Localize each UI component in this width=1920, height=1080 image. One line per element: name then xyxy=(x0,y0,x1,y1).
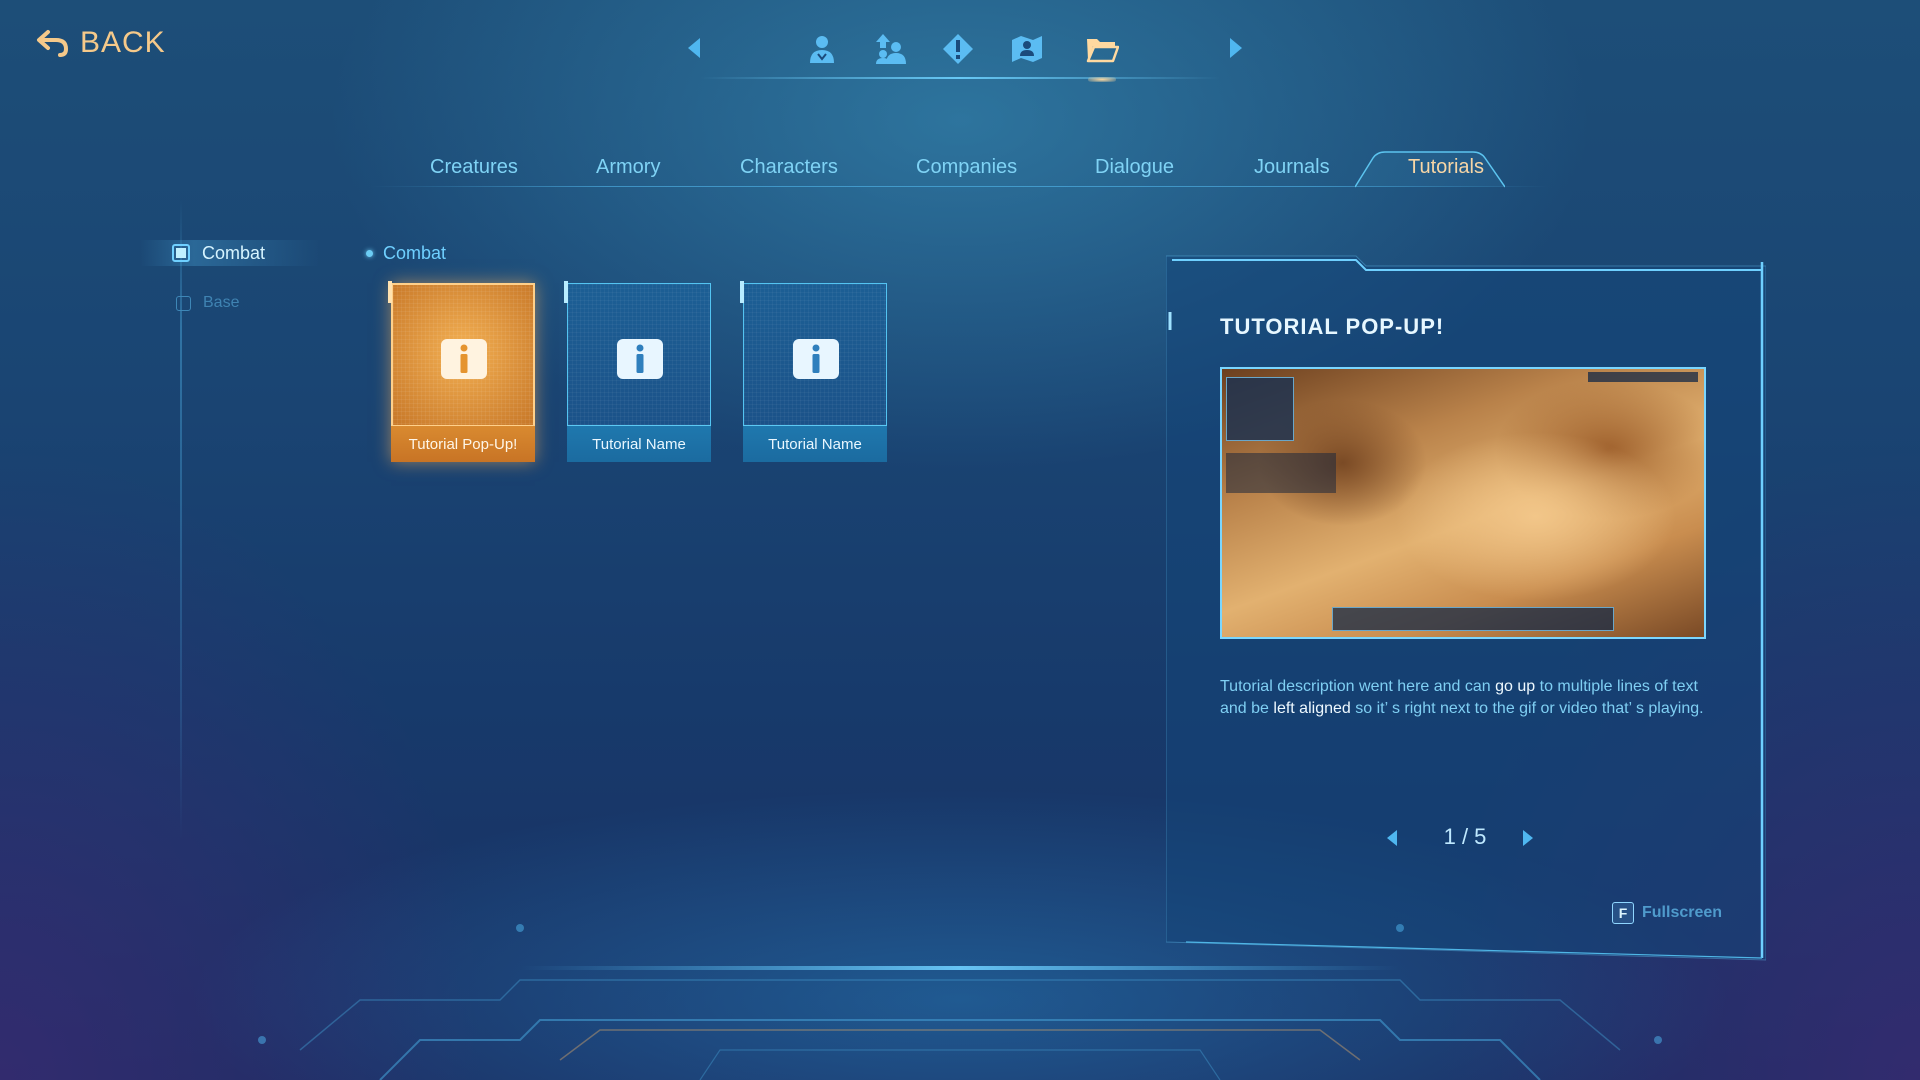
sidebar-item-label: Base xyxy=(203,294,240,311)
description-highlight: left aligned xyxy=(1273,700,1351,717)
tab-armory[interactable]: Armory xyxy=(596,156,660,179)
nav-character-button[interactable] xyxy=(802,30,842,68)
character-icon xyxy=(810,36,834,63)
preview-minimap xyxy=(1226,377,1294,441)
tab-journals[interactable]: Journals xyxy=(1254,156,1330,179)
card-label: Tutorial Pop-Up! xyxy=(391,425,535,462)
card-label: Tutorial Name xyxy=(743,425,887,462)
card-corner-marker xyxy=(564,281,568,303)
checkbox-checked xyxy=(172,244,190,262)
tutorial-card[interactable]: Tutorial Pop-Up! xyxy=(388,281,535,462)
back-label: BACK xyxy=(80,26,166,59)
nav-party-button[interactable] xyxy=(871,30,911,68)
pager-prev-arrow-icon[interactable] xyxy=(1385,828,1399,848)
tab-creatures[interactable]: Creatures xyxy=(430,156,518,179)
category-tabs: Creatures Armory Characters Companies Di… xyxy=(370,150,1550,190)
preview-top-hud xyxy=(1588,372,1698,382)
nav-folder-button[interactable] xyxy=(1082,30,1122,82)
preview-quest-panel xyxy=(1226,453,1336,493)
tutorial-card[interactable]: Tutorial Name xyxy=(740,281,887,462)
tab-characters[interactable]: Characters xyxy=(740,156,838,179)
pager-count: 1 / 5 xyxy=(1443,824,1487,849)
tab-tutorials[interactable]: Tutorials xyxy=(1408,156,1484,179)
card-corner-marker xyxy=(740,281,744,303)
folder-icon xyxy=(1086,39,1119,63)
circuit-floor-decoration xyxy=(258,924,1662,1080)
preview-hotbar xyxy=(1332,607,1614,631)
category-title: Combat xyxy=(383,243,447,263)
sidebar-item-combat[interactable]: Combat xyxy=(140,240,320,266)
party-icon xyxy=(876,34,906,64)
info-icon xyxy=(441,339,487,379)
top-icon-nav xyxy=(660,24,1260,84)
detail-pager: 1 / 5 xyxy=(1385,820,1545,856)
description-highlight: go up xyxy=(1495,678,1536,695)
nav-prev-arrow-icon[interactable] xyxy=(685,36,705,60)
checkbox-unchecked xyxy=(176,295,191,311)
nav-alerts-button[interactable] xyxy=(938,30,978,68)
sidebar-item-label: Combat xyxy=(202,242,266,263)
description-text: Tutorial description went here and can xyxy=(1220,678,1496,695)
nav-map-button[interactable] xyxy=(1007,30,1047,68)
pager-next-arrow-icon[interactable] xyxy=(1521,828,1535,848)
card-corner-marker xyxy=(388,281,392,303)
description-text: so it’ s right next to the gif or video … xyxy=(1350,700,1704,717)
map-icon xyxy=(1012,36,1042,62)
card-label: Tutorial Name xyxy=(567,425,711,462)
bullet-icon xyxy=(366,250,373,257)
alert-icon xyxy=(943,34,973,64)
top-nav-underline xyxy=(700,77,1220,79)
info-icon xyxy=(617,339,663,379)
tab-dialogue[interactable]: Dialogue xyxy=(1095,156,1174,179)
nav-next-arrow-icon[interactable] xyxy=(1225,36,1245,60)
info-icon xyxy=(793,339,839,379)
category-header: Combat xyxy=(366,243,446,264)
back-arrow-icon xyxy=(37,30,69,57)
tutorial-preview-image[interactable] xyxy=(1220,367,1706,639)
tutorial-card[interactable]: Tutorial Name xyxy=(564,281,711,462)
sidebar-item-base[interactable]: Base xyxy=(176,294,239,312)
tab-companies[interactable]: Companies xyxy=(916,156,1017,179)
back-button[interactable]: BACK xyxy=(36,26,166,60)
detail-description: Tutorial description went here and can g… xyxy=(1220,676,1710,720)
detail-title: TUTORIAL POP-UP! xyxy=(1220,314,1445,339)
